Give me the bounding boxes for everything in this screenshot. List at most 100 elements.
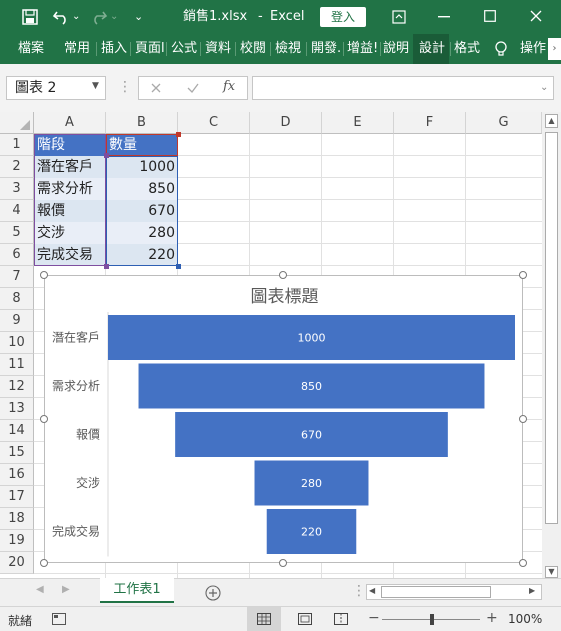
category-label[interactable]: 需求分析 bbox=[52, 379, 100, 393]
row-header-17[interactable]: 17 bbox=[0, 486, 34, 508]
column-header-b[interactable]: B bbox=[106, 112, 178, 134]
data-label[interactable]: 850 bbox=[301, 380, 322, 393]
confirm-entry-icon[interactable] bbox=[187, 82, 199, 94]
chart-resize-handle[interactable] bbox=[40, 415, 48, 423]
next-sheet-icon[interactable]: ▶ bbox=[62, 584, 70, 595]
maximize-icon[interactable] bbox=[484, 10, 496, 22]
row-header-4[interactable]: 4 bbox=[0, 200, 34, 222]
insert-function-icon[interactable]: fx bbox=[223, 79, 235, 94]
tab-review[interactable]: 校閱 bbox=[240, 34, 268, 64]
redo-dropdown-icon[interactable]: ⌄ bbox=[110, 0, 118, 34]
zoom-slider-thumb[interactable] bbox=[430, 614, 434, 625]
tell-me-box[interactable]: 操作 bbox=[520, 34, 548, 64]
tab-design[interactable]: 設計 bbox=[419, 34, 447, 64]
new-sheet-icon[interactable] bbox=[205, 585, 221, 601]
row-header-12[interactable]: 12 bbox=[0, 376, 34, 398]
name-box-dropdown-icon[interactable]: ▼ bbox=[92, 81, 99, 91]
save-icon[interactable] bbox=[22, 9, 38, 25]
row-header-20[interactable]: 20 bbox=[0, 552, 34, 574]
row-header-14[interactable]: 14 bbox=[0, 420, 34, 442]
scroll-right-icon[interactable]: ▶ bbox=[529, 586, 535, 595]
minimize-icon[interactable] bbox=[438, 16, 450, 18]
data-label[interactable]: 670 bbox=[301, 429, 322, 442]
chart-resize-handle[interactable] bbox=[519, 271, 527, 279]
select-all-corner[interactable] bbox=[0, 112, 34, 134]
tab-format[interactable]: 格式 bbox=[454, 34, 482, 64]
row-header-8[interactable]: 8 bbox=[0, 288, 34, 310]
category-label[interactable]: 潛在客戶 bbox=[52, 330, 100, 345]
scroll-up-icon[interactable]: ▲ bbox=[545, 114, 558, 128]
undo-icon[interactable] bbox=[52, 9, 70, 25]
horizontal-scrollbar-thumb[interactable] bbox=[381, 586, 491, 598]
customize-qat-icon[interactable]: ⌄ bbox=[134, 0, 143, 34]
tab-insert[interactable]: 插入 bbox=[101, 34, 129, 64]
prev-sheet-icon[interactable]: ◀ bbox=[36, 584, 44, 595]
chart-resize-handle[interactable] bbox=[40, 271, 48, 279]
row-header-13[interactable]: 13 bbox=[0, 398, 34, 420]
ribbon-scroll-right-icon[interactable]: › bbox=[548, 38, 561, 60]
column-header-g[interactable]: G bbox=[466, 112, 542, 134]
tab-data[interactable]: 資料 bbox=[205, 34, 233, 64]
row-header-1[interactable]: 1 bbox=[0, 134, 34, 156]
row-header-11[interactable]: 11 bbox=[0, 354, 34, 376]
row-header-9[interactable]: 9 bbox=[0, 310, 34, 332]
macro-record-icon[interactable] bbox=[52, 613, 66, 625]
tab-developer[interactable]: 開發. bbox=[311, 34, 341, 64]
redo-icon[interactable] bbox=[90, 9, 108, 25]
column-header-d[interactable]: D bbox=[250, 112, 322, 134]
tab-view[interactable]: 檢視 bbox=[275, 34, 303, 64]
tab-split-grip-icon[interactable]: ⋮ bbox=[352, 583, 366, 599]
tab-page-layout[interactable]: 頁面l bbox=[135, 34, 165, 64]
vertical-scrollbar[interactable]: ▲ ▼ bbox=[542, 112, 561, 578]
chart-plot-area[interactable]: 1000 潛在客戶 850 需求分析 670 報價 280 交涉 220 完成交易 bbox=[45, 276, 524, 564]
row-header-18[interactable]: 18 bbox=[0, 508, 34, 530]
data-label[interactable]: 220 bbox=[301, 526, 322, 539]
row-header-15[interactable]: 15 bbox=[0, 442, 34, 464]
close-icon[interactable] bbox=[530, 10, 542, 22]
chart-resize-handle[interactable] bbox=[519, 559, 527, 567]
scroll-down-icon[interactable]: ▼ bbox=[545, 566, 558, 578]
row-header-7[interactable]: 7 bbox=[0, 266, 34, 288]
normal-view-icon[interactable] bbox=[257, 613, 271, 625]
column-header-f[interactable]: F bbox=[394, 112, 466, 134]
scroll-left-icon[interactable]: ◀ bbox=[369, 586, 375, 595]
column-header-c[interactable]: C bbox=[178, 112, 250, 134]
row-header-16[interactable]: 16 bbox=[0, 464, 34, 486]
undo-dropdown-icon[interactable]: ⌄ bbox=[72, 0, 80, 34]
row-header-5[interactable]: 5 bbox=[0, 222, 34, 244]
scrollbar-thumb[interactable] bbox=[545, 132, 558, 524]
tab-home[interactable]: 常用 bbox=[64, 34, 92, 64]
zoom-level[interactable]: 100% bbox=[508, 612, 542, 626]
tab-help[interactable]: 說明 bbox=[383, 34, 411, 64]
chart-resize-handle[interactable] bbox=[279, 559, 287, 567]
signin-button[interactable]: 登入 bbox=[320, 7, 366, 27]
row-header-2[interactable]: 2 bbox=[0, 156, 34, 178]
data-label[interactable]: 280 bbox=[301, 477, 322, 490]
row-header-6[interactable]: 6 bbox=[0, 244, 34, 266]
chart-resize-handle[interactable] bbox=[519, 415, 527, 423]
data-label[interactable]: 1000 bbox=[298, 332, 326, 345]
funnel-chart[interactable]: 圖表標題 1000 潛在客戶 850 需求分析 670 報價 280 交涉 220 完成交易 bbox=[44, 275, 523, 563]
category-label[interactable]: 交涉 bbox=[76, 475, 100, 490]
horizontal-scrollbar[interactable]: ◀ ▶ bbox=[366, 584, 542, 600]
sheet-tab-1[interactable]: 工作表1 bbox=[100, 578, 174, 603]
page-break-view-icon[interactable] bbox=[334, 613, 348, 625]
expand-formula-bar-icon[interactable]: ⌄ bbox=[540, 82, 548, 93]
column-header-a[interactable]: A bbox=[34, 112, 106, 134]
zoom-in-button[interactable]: + bbox=[486, 610, 498, 626]
page-layout-view-icon[interactable] bbox=[298, 613, 312, 625]
zoom-out-button[interactable]: − bbox=[368, 610, 380, 626]
lightbulb-icon[interactable] bbox=[494, 41, 508, 58]
tab-addins[interactable]: 增益! bbox=[347, 34, 379, 64]
category-label[interactable]: 完成交易 bbox=[52, 524, 100, 539]
row-header-19[interactable]: 19 bbox=[0, 530, 34, 552]
name-box[interactable]: 圖表 2 bbox=[6, 76, 106, 100]
chart-resize-handle[interactable] bbox=[279, 271, 287, 279]
row-header-10[interactable]: 10 bbox=[0, 332, 34, 354]
column-header-e[interactable]: E bbox=[322, 112, 394, 134]
ribbon-display-options-icon[interactable] bbox=[392, 10, 406, 24]
chart-resize-handle[interactable] bbox=[40, 559, 48, 567]
cancel-entry-icon[interactable] bbox=[151, 83, 161, 93]
category-label[interactable]: 報價 bbox=[76, 428, 100, 442]
row-header-3[interactable]: 3 bbox=[0, 178, 34, 200]
